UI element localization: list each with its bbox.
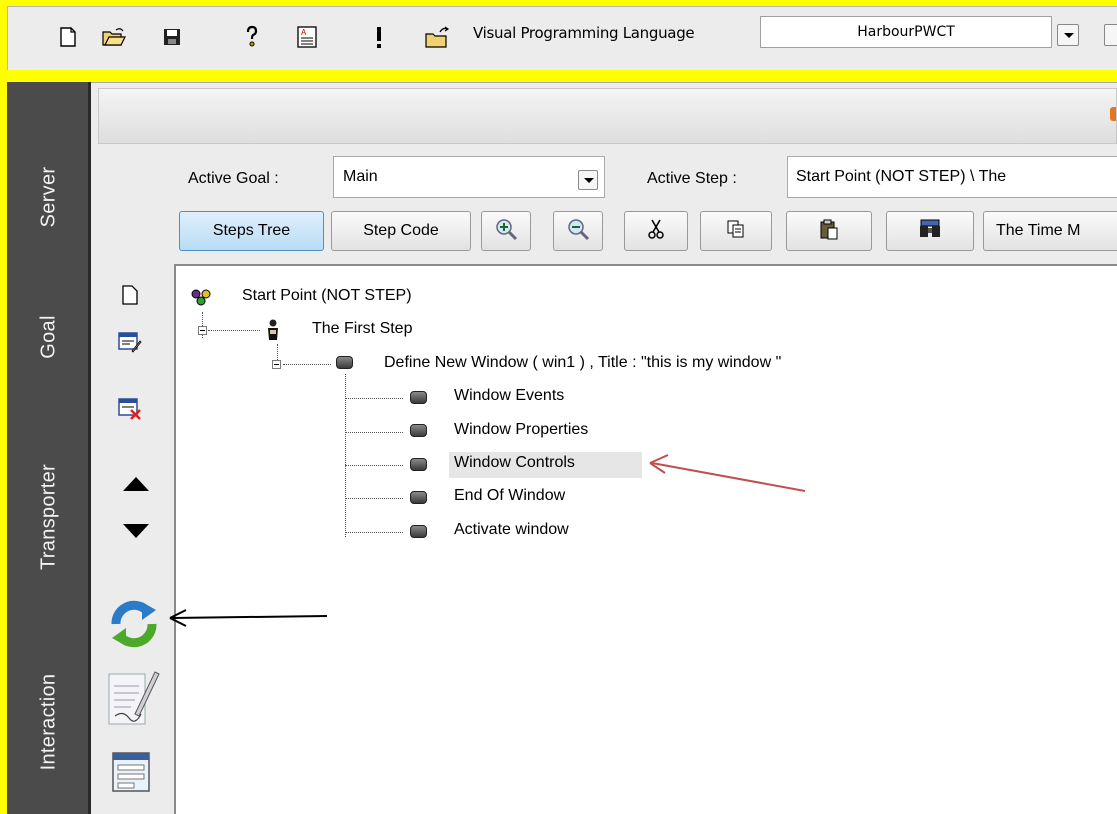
black-arrow-icon [169, 609, 328, 627]
red-arrow-icon [649, 454, 806, 492]
annotation-arrows [169, 454, 806, 627]
